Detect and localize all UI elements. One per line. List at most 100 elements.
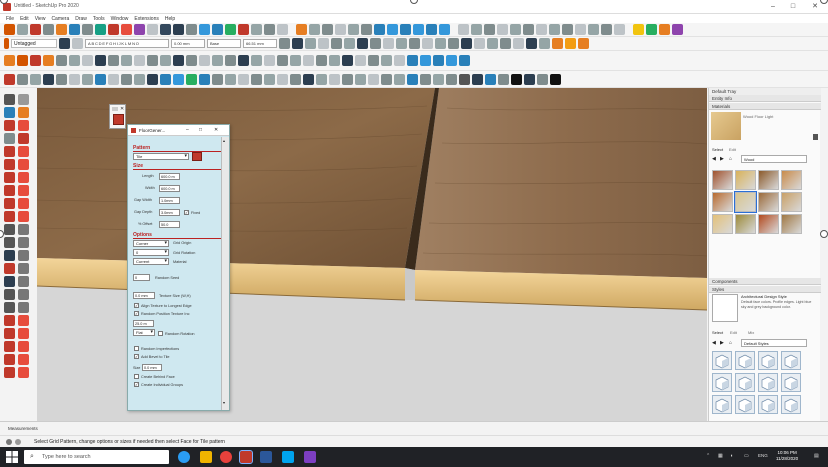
extension-manager-icon[interactable]: [672, 24, 683, 35]
cut-icon[interactable]: [186, 55, 197, 66]
materials-header[interactable]: Materials: [709, 103, 821, 110]
top-view-icon[interactable]: [387, 24, 398, 35]
stamp-tool-icon[interactable]: [4, 328, 15, 339]
cortana-icon[interactable]: [178, 451, 190, 463]
walk-tool-icon[interactable]: [4, 289, 15, 300]
face-icon[interactable]: [108, 73, 119, 85]
layout-icon[interactable]: [251, 55, 262, 66]
unfold-icon[interactable]: [539, 38, 550, 49]
shaded-textures-icon[interactable]: [523, 24, 534, 35]
rect-icon[interactable]: [4, 133, 15, 144]
section-cut-icon[interactable]: [361, 24, 372, 35]
material-swatch[interactable]: [734, 191, 757, 213]
material-swatch[interactable]: [781, 170, 802, 190]
mirror-icon[interactable]: [305, 38, 316, 49]
eraser-icon[interactable]: [17, 24, 28, 35]
circle-tool-icon[interactable]: [4, 146, 15, 157]
share-model-icon[interactable]: [659, 24, 670, 35]
chrome-icon[interactable]: [220, 451, 232, 463]
pattern-preview-icon[interactable]: [192, 152, 202, 161]
lamp-icon[interactable]: [578, 38, 589, 49]
offset-tool-icon[interactable]: [18, 211, 29, 222]
back-view-icon[interactable]: [426, 24, 437, 35]
lock-icon[interactable]: [459, 73, 470, 85]
roof-icon[interactable]: [108, 55, 119, 66]
building-icon[interactable]: [82, 73, 93, 85]
warehouse-icon[interactable]: [633, 24, 644, 35]
paint-bucket-icon[interactable]: [59, 38, 70, 49]
stack-icon[interactable]: [433, 73, 444, 85]
hide-icon[interactable]: [446, 73, 457, 85]
cone-icon[interactable]: [186, 73, 197, 85]
notification-icon[interactable]: ▤: [814, 453, 819, 459]
styles-tab-edit[interactable]: Edit: [730, 330, 737, 335]
axes-tool-icon[interactable]: [4, 250, 15, 261]
geo-location-icon[interactable]: [6, 439, 12, 445]
shadow-icon[interactable]: [264, 55, 275, 66]
print-icon[interactable]: [329, 55, 340, 66]
tape-icon[interactable]: [4, 224, 15, 235]
extension-warehouse-icon[interactable]: [646, 24, 657, 35]
tee-icon[interactable]: [368, 73, 379, 85]
shaded-icon[interactable]: [510, 24, 521, 35]
layer-icon[interactable]: [72, 38, 83, 49]
intersect-icon[interactable]: [4, 367, 15, 378]
move-icon[interactable]: [108, 24, 119, 35]
back-edges-icon[interactable]: [471, 24, 482, 35]
pipe-icon[interactable]: [342, 73, 353, 85]
protractor-tool-icon[interactable]: [4, 237, 15, 248]
3d-text-icon[interactable]: [225, 24, 236, 35]
right-view-icon[interactable]: [413, 24, 424, 35]
arc-tool-icon[interactable]: [4, 159, 15, 170]
drape-tool-icon[interactable]: [18, 328, 29, 339]
forward-arrow-icon[interactable]: ▶: [720, 156, 726, 162]
camera-icon[interactable]: [279, 38, 290, 49]
cylinder-icon[interactable]: [160, 73, 171, 85]
lock-tool-icon[interactable]: [225, 55, 236, 66]
gear-icon[interactable]: [277, 73, 288, 85]
dimension-icon[interactable]: [173, 24, 184, 35]
dimension-field-1[interactable]: 0.00 mm: [171, 39, 205, 48]
box-icon[interactable]: [147, 73, 158, 85]
screw-icon[interactable]: [316, 73, 327, 85]
tag-dropdown[interactable]: Untagged: [11, 39, 57, 48]
bevel-size-input[interactable]: 0.0 mm: [142, 364, 162, 371]
material-select[interactable]: Current: [133, 258, 169, 265]
style-swatch[interactable]: [712, 373, 732, 392]
menu-view[interactable]: View: [35, 16, 46, 22]
style-swatch[interactable]: [758, 373, 778, 392]
menu-tools[interactable]: Tools: [93, 16, 105, 22]
shell-icon[interactable]: [448, 38, 459, 49]
select-all-icon[interactable]: [212, 55, 223, 66]
spring-icon[interactable]: [264, 73, 275, 85]
add-bevel-checkbox[interactable]: ✓: [134, 354, 139, 359]
subdivide-icon[interactable]: [435, 38, 446, 49]
pushpull-tool-icon[interactable]: [18, 185, 29, 196]
array-icon[interactable]: [318, 38, 329, 49]
eyedropper-icon[interactable]: [813, 134, 818, 140]
styles-header[interactable]: Styles: [709, 286, 821, 293]
pushpull-icon[interactable]: [95, 24, 106, 35]
battery-icon[interactable]: ▭: [744, 453, 749, 459]
menu-help[interactable]: Help: [165, 16, 175, 22]
sketchup-taskbar-icon[interactable]: [239, 450, 253, 464]
scale-tool-icon[interactable]: [4, 211, 15, 222]
solid-union-icon[interactable]: [575, 24, 586, 35]
styles-icon[interactable]: [381, 55, 392, 66]
section-tool-icon[interactable]: [18, 302, 29, 313]
lasso-icon[interactable]: [18, 94, 29, 105]
store-icon[interactable]: [282, 451, 294, 463]
taskbar-clock[interactable]: 10:06 PM 11/28/2020: [776, 450, 798, 462]
orbit-tool-icon[interactable]: [4, 263, 15, 274]
solid-subtract-icon[interactable]: [588, 24, 599, 35]
floor-icon[interactable]: [173, 55, 184, 66]
scene-icon[interactable]: [290, 55, 301, 66]
home-material-icon[interactable]: ⌂: [729, 156, 735, 162]
show-hidden-icons-icon[interactable]: ⌃: [706, 453, 710, 459]
home-icon[interactable]: [43, 73, 54, 85]
bend-icon[interactable]: [383, 38, 394, 49]
style-swatch[interactable]: [735, 395, 755, 414]
rewind-icon[interactable]: [537, 73, 548, 85]
create-groups-checkbox[interactable]: ✓: [134, 382, 139, 387]
3dtext-tool-icon[interactable]: [18, 250, 29, 261]
